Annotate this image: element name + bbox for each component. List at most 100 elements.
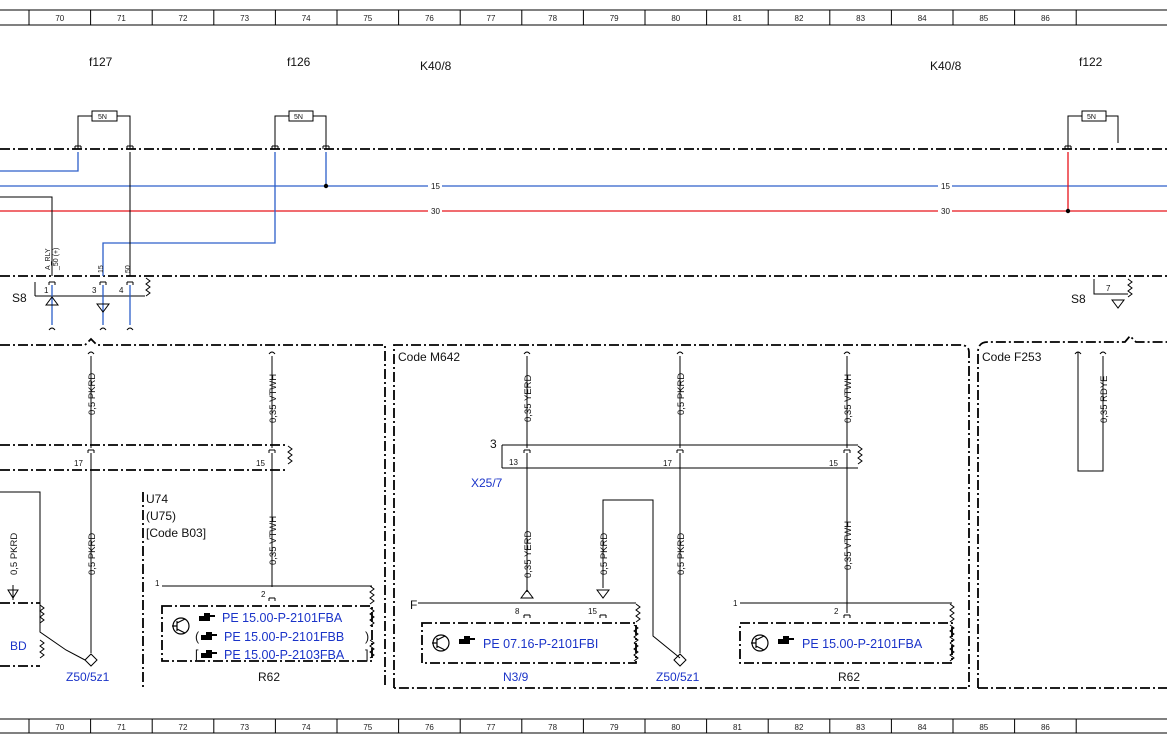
top-ruler-column-label: 86 [1041,14,1050,23]
wire-label-yerd-lower: 0,35 YERD [523,531,534,578]
bottom-ruler: 70 71 72 73 74 75 76 77 78 79 80 81 82 83 84 85 86 [0,718,1167,734]
component-r62-right: R62 [838,670,860,684]
bottom-ruler-column-label: 86 [1041,723,1050,732]
pin-15: 15 [256,459,265,468]
bracket-open: ( [195,630,200,644]
bracket-close-square: ] [365,648,368,662]
bottom-ruler-column-label: 84 [918,723,927,732]
s8-pin-1: 1 [44,286,49,295]
bottom-ruler-column-label: 71 [117,723,126,732]
s8-pin-label-50: 50 [125,265,132,273]
link-pe-15-00-p-2101fba-u74[interactable]: PE 15.00-P-2101FBA [222,611,343,625]
component-u75: (U75) [146,509,176,523]
pin-15-right: 15 [829,459,838,468]
top-ruler-column-label: 75 [363,14,372,23]
fuse-label-f122: f122 [1079,55,1103,69]
wire-label-pkrd-mid: 0,5 PKRD [676,373,687,415]
bus-label-15-left: 15 [431,182,440,191]
ground-symbol-icon [673,653,687,667]
pointing-hand-icon [778,636,794,644]
top-ruler-column-label: 81 [733,14,742,23]
pin-1-r62: 1 [733,599,738,608]
link-pe-07-16-p-2101fbi[interactable]: PE 07.16-P-2101FBI [483,637,598,651]
top-ruler-column-label: 84 [918,14,927,23]
component-n3-9[interactable]: N3/9 [503,670,529,684]
link-pe-15-00-p-2101fba-r62[interactable]: PE 15.00-P-2101FBA [802,637,923,651]
bottom-ruler-column-label: 79 [610,723,619,732]
transistor-icon [172,617,190,635]
section-f253-frame [977,334,1167,688]
s8-pin-label-15: 15 [98,265,105,273]
bottom-ruler-column-label: 83 [856,723,865,732]
component-z50-5z1-left[interactable]: Z50/5z1 [66,670,110,684]
switch-s8-left: S8 A_RLY _50 (+) 15 50 1 3 4 [12,248,151,331]
s8-pin-4: 4 [119,286,124,295]
top-ruler-column-label: 76 [425,14,434,23]
pin-17: 17 [74,459,83,468]
fuse-label-f127: f127 [89,55,113,69]
component-u74: U74 [146,492,168,506]
pin-8: 8 [515,607,520,616]
wire-label-pkrd-mid-lower: 0,5 PKRD [676,533,687,575]
wire-label-vtwh: 0,35 VTWH [268,374,279,423]
top-ruler-column-label: 72 [179,14,188,23]
fuse-label-f126: f126 [287,55,311,69]
pin-17-mid: 17 [663,459,672,468]
s8-pin-label-a-rly: A_RLY [45,248,52,270]
top-ruler-column-label: 80 [671,14,680,23]
wire-label-pkrd-lower: 0,5 PKRD [87,533,98,575]
bottom-ruler-column-label: 81 [733,723,742,732]
pin-1-u74: 1 [155,579,160,588]
top-ruler-column-label: 71 [117,14,126,23]
fuse-rating: 5N [1087,114,1096,121]
switch-s8-right: S8 7 [1071,278,1133,309]
top-ruler-column-label: 77 [487,14,496,23]
bracket-close: ) [365,630,369,644]
pin-2-u74: 2 [261,590,266,599]
pointing-hand-icon [201,632,217,640]
link-pe-15-00-p-2101fbb[interactable]: PE 15.00-P-2101FBB [224,630,344,644]
bottom-ruler-column-label: 74 [302,723,311,732]
component-bd[interactable]: BD [10,639,27,653]
pin-2-r62: 2 [834,607,839,616]
transistor-icon [432,634,450,652]
bottom-ruler-column-label: 82 [795,723,804,732]
wire-label-yerd: 0,35 YERD [523,375,534,422]
s8-pin-label-50-plus: _50 (+) [53,248,60,271]
pin-3-x25: 3 [490,437,497,451]
bottom-ruler-column-label: 75 [363,723,372,732]
wire-label-vtwh-lower: 0,35 VTWH [268,516,279,565]
fuse-rating: 5N [98,114,107,121]
pin-13: 13 [509,458,518,467]
relay-label-k40-left: K40/8 [420,59,452,73]
component-code-b03: [Code B03] [146,526,206,540]
pin-f: F [410,598,417,612]
pin-15-n39: 15 [588,607,597,616]
component-z50-5z1-mid[interactable]: Z50/5z1 [656,670,700,684]
bus-line-15: 15 15 [0,181,1167,191]
bottom-ruler-column-label: 76 [425,723,434,732]
bottom-ruler-column-label: 85 [979,723,988,732]
ground-symbol-icon [84,653,98,667]
fuse-rating: 5N [294,114,303,121]
fuse-f127: 5N [74,110,134,150]
wire-label-pkrd-n39: 0,5 PKRD [599,533,610,575]
component-x25-7[interactable]: X25/7 [471,476,503,490]
fuse-f126: 5N [271,110,330,150]
wire-label-vtwh-right: 0,35 VTWH [843,374,854,423]
transistor-icon [751,634,769,652]
top-ruler-column-label: 74 [302,14,311,23]
top-ruler-column-label: 85 [979,14,988,23]
top-ruler-column-label: 73 [240,14,249,23]
s8-pin-7: 7 [1106,284,1111,293]
s8-pin-3: 3 [92,286,97,295]
fuse-f122: 5N [1064,110,1119,150]
bottom-ruler-column-label: 72 [179,723,188,732]
bottom-ruler-column-label: 77 [487,723,496,732]
bus-label-30-left: 30 [431,207,440,216]
bus-label-30-right: 30 [941,207,950,216]
link-pe-15-00-p-2103fba[interactable]: PE 15.00-P-2103FBA [224,648,345,662]
s8-label: S8 [12,291,27,305]
bus-line-30: 30 30 [0,206,1167,216]
ground-symbol-icon [1111,299,1125,309]
